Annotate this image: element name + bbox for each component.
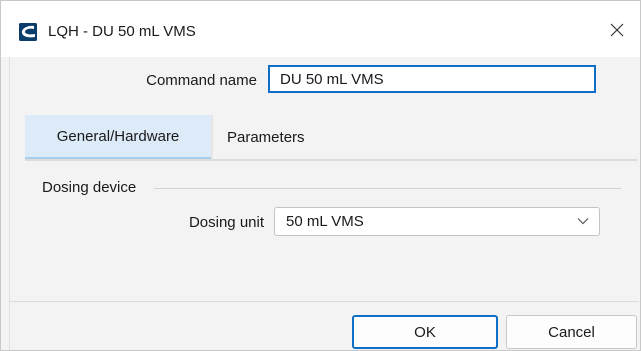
dosing-device-group-title: Dosing device xyxy=(42,179,137,196)
left-border xyxy=(1,57,10,350)
tab-parameters-label: Parameters xyxy=(227,128,305,146)
footer-divider xyxy=(9,301,639,302)
tab-general-hardware[interactable]: General/Hardware xyxy=(25,115,211,159)
window-title: LQH - DU 50 mL VMS xyxy=(48,23,196,40)
close-icon xyxy=(610,23,624,37)
title-bar: LQH - DU 50 mL VMS xyxy=(1,1,640,57)
dosing-unit-value: 50 mL VMS xyxy=(286,213,364,230)
close-button[interactable] xyxy=(594,11,640,49)
chevron-down-icon xyxy=(577,217,589,225)
dosing-unit-label: Dosing unit xyxy=(188,214,264,231)
command-name-input[interactable] xyxy=(268,65,596,93)
dosing-unit-select[interactable]: 50 mL VMS xyxy=(274,207,600,236)
command-name-label: Command name xyxy=(146,72,257,89)
cancel-button[interactable]: Cancel xyxy=(506,315,637,349)
dialog-window: LQH - DU 50 mL VMS Command name General/… xyxy=(0,0,641,351)
group-divider xyxy=(154,188,621,189)
ok-button[interactable]: OK xyxy=(352,315,498,349)
tab-general-hardware-label: General/Hardware xyxy=(56,127,180,145)
app-logo-icon xyxy=(19,23,37,41)
tab-bar: General/Hardware Parameters xyxy=(25,115,637,161)
tab-parameters[interactable]: Parameters xyxy=(211,115,331,159)
